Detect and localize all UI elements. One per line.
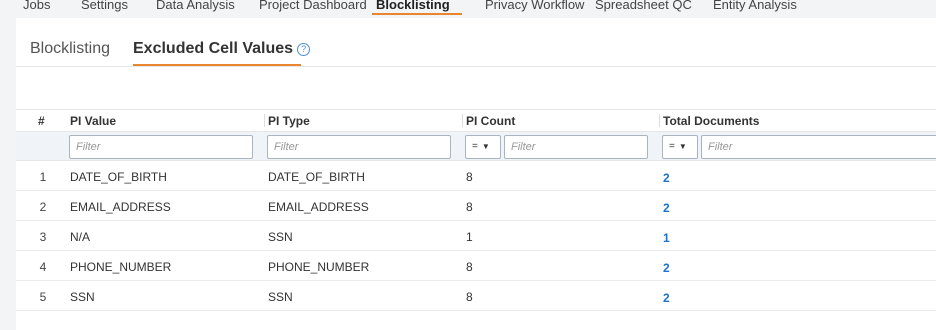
pi-value-cell: N/A (70, 230, 91, 244)
total-documents-link[interactable]: 2 (663, 291, 670, 305)
total-documents-link[interactable]: 2 (663, 261, 670, 275)
row-number: 3 (39, 230, 47, 244)
row-number: 1 (39, 170, 47, 184)
pi-value-cell: SSN (70, 290, 95, 304)
total-documents-link[interactable]: 2 (663, 201, 670, 215)
table-row[interactable]: 4 PHONE_NUMBER PHONE_NUMBER 8 2 (16, 251, 936, 281)
pi-count-cell: 1 (466, 230, 473, 244)
table-header: # PI Value PI Type PI Count Total Docume… (16, 109, 936, 130)
column-header-total-documents[interactable]: Total Documents (663, 114, 759, 128)
pi-type-cell: PHONE_NUMBER (268, 260, 370, 274)
column-header-pi-value[interactable]: PI Value (70, 114, 116, 128)
nav-item-blocklisting[interactable]: Blocklisting (376, 0, 450, 12)
top-nav: Jobs Settings Data Analysis Project Dash… (0, 0, 936, 15)
pi-count-operator-value: = (472, 141, 478, 152)
pi-type-cell: SSN (268, 290, 293, 304)
nav-item-privacy-workflow[interactable]: Privacy Workflow (485, 0, 584, 12)
column-header-num[interactable]: # (38, 114, 45, 128)
subtab-excluded-cell-values[interactable]: Excluded Cell Values? (133, 39, 311, 59)
filter-row: =▼ =▼ (16, 131, 936, 161)
nav-item-spreadsheet-qc[interactable]: Spreadsheet QC (595, 0, 692, 12)
total-documents-link[interactable]: 2 (663, 171, 670, 185)
pi-value-filter-input[interactable] (69, 135, 253, 159)
active-nav-underline (372, 13, 462, 15)
column-separator[interactable] (462, 114, 463, 127)
pi-count-cell: 8 (466, 200, 473, 214)
pi-count-filter-input[interactable] (504, 135, 648, 159)
nav-item-jobs[interactable]: Jobs (23, 0, 50, 12)
pi-type-cell: SSN (268, 230, 293, 244)
table-row[interactable]: 3 N/A SSN 1 1 (16, 221, 936, 251)
subtabs-divider (16, 66, 936, 67)
column-separator[interactable] (659, 114, 660, 127)
total-documents-operator-value: = (669, 141, 675, 152)
subtab-blocklisting[interactable]: Blocklisting (30, 39, 110, 59)
total-documents-link[interactable]: 1 (663, 231, 670, 245)
table-row[interactable]: 2 EMAIL_ADDRESS EMAIL_ADDRESS 8 2 (16, 191, 936, 221)
nav-item-data-analysis[interactable]: Data Analysis (156, 0, 235, 12)
row-number: 4 (39, 260, 47, 274)
column-header-pi-type[interactable]: PI Type (268, 114, 310, 128)
pi-count-operator-select[interactable]: = ▼ (465, 135, 501, 159)
total-documents-filter-input[interactable] (701, 135, 936, 159)
table-row[interactable]: 1 DATE_OF_BIRTH DATE_OF_BIRTH 8 2 (16, 161, 936, 191)
pi-count-cell: 8 (466, 260, 473, 274)
pi-value-cell: EMAIL_ADDRESS (70, 200, 171, 214)
pi-count-cell: 8 (466, 170, 473, 184)
pi-value-cell: DATE_OF_BIRTH (70, 170, 167, 184)
chevron-down-icon: ▼ (481, 142, 490, 151)
nav-item-entity-analysis[interactable]: Entity Analysis (713, 0, 797, 12)
table-row[interactable]: 5 SSN SSN 8 2 (16, 281, 936, 311)
total-documents-operator-select[interactable]: = ▼ (662, 135, 698, 159)
main-panel: Blocklisting Excluded Cell Values? # PI … (16, 18, 936, 330)
chevron-down-icon: ▼ (678, 142, 687, 151)
pi-type-cell: EMAIL_ADDRESS (268, 200, 369, 214)
pi-count-cell: 8 (466, 290, 473, 304)
column-separator[interactable] (264, 114, 265, 127)
help-icon[interactable]: ? (297, 43, 311, 56)
nav-item-settings[interactable]: Settings (81, 0, 128, 12)
row-number: 5 (39, 290, 47, 304)
subtab-excluded-cell-values-label: Excluded Cell Values (133, 40, 294, 57)
nav-item-project-dashboard[interactable]: Project Dashboard (259, 0, 367, 12)
column-header-pi-count[interactable]: PI Count (466, 114, 515, 128)
pi-type-filter-input[interactable] (267, 135, 451, 159)
pi-value-cell: PHONE_NUMBER (70, 260, 172, 274)
pi-type-cell: DATE_OF_BIRTH (268, 170, 365, 184)
row-number: 2 (39, 200, 47, 214)
